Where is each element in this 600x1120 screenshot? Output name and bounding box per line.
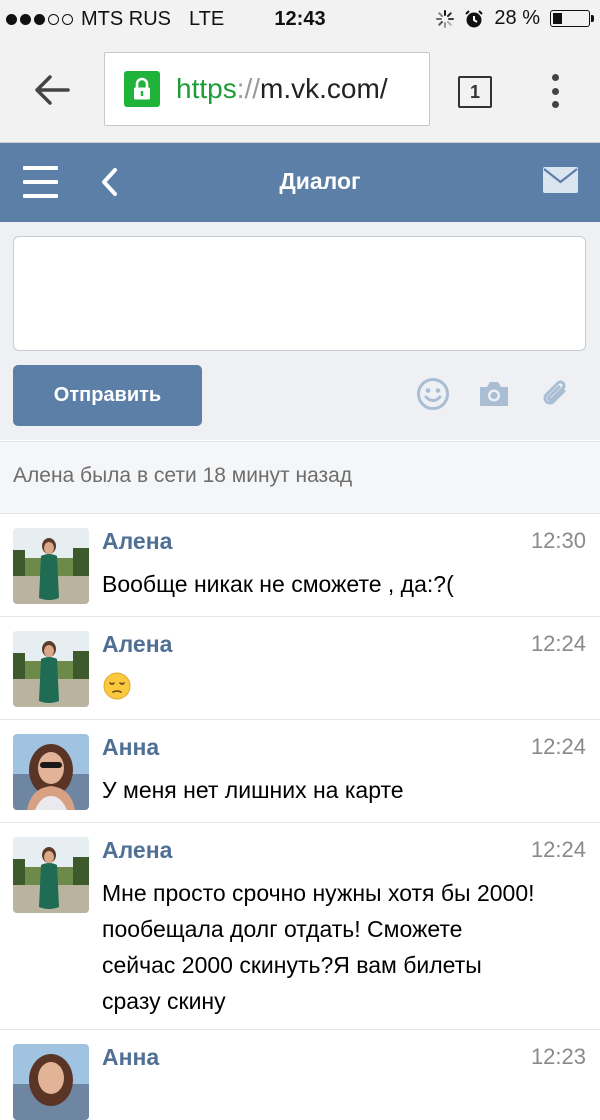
browser-back-icon[interactable]	[32, 74, 72, 106]
url-text: https://m.vk.com/	[176, 73, 388, 105]
status-bar: MTS RUS LTE 12:43 28 %	[0, 0, 600, 38]
attach-icon[interactable]	[539, 377, 573, 411]
avatar[interactable]	[13, 734, 89, 810]
browser-menu-icon[interactable]	[550, 74, 560, 108]
app-header: Диалог	[0, 143, 600, 222]
alarm-clock-icon	[465, 9, 484, 27]
lock-icon	[124, 71, 160, 107]
message-item[interactable]: Анна 12:23	[0, 1030, 600, 1120]
status-right: 28 %	[436, 7, 594, 30]
send-button[interactable]: Отправить	[13, 365, 202, 426]
camera-icon[interactable]	[477, 377, 511, 411]
message-text: Мне просто срочно нужны хотя бы 2000! по…	[102, 880, 535, 1014]
avatar[interactable]	[13, 1044, 89, 1120]
emoji-icon[interactable]	[416, 377, 450, 411]
message-item[interactable]: Алена 12:24 Мне просто срочно нужны хотя…	[0, 823, 600, 1030]
message-time: 12:23	[530, 1044, 586, 1069]
sender-name[interactable]: Алена	[102, 528, 172, 555]
address-bar[interactable]: https://m.vk.com/	[104, 52, 430, 126]
message-time: 12:24	[530, 631, 586, 656]
sender-name[interactable]: Алена	[102, 631, 172, 658]
activity-spinner-icon	[436, 9, 455, 28]
message-input[interactable]	[13, 236, 586, 351]
url-scheme: https	[176, 73, 237, 104]
page-title: Диалог	[279, 168, 361, 194]
last-seen-bar: Алена была в сети 18 минут назад	[0, 441, 600, 514]
mail-icon[interactable]	[543, 167, 578, 193]
sender-name[interactable]: Анна	[102, 1044, 159, 1071]
message-item[interactable]: Анна 12:24 У меня нет лишних на карте	[0, 720, 600, 823]
url-host: m.vk.com/	[260, 73, 388, 104]
browser-toolbar: https://m.vk.com/ 1	[0, 38, 600, 143]
message-text: У меня нет лишних на карте	[102, 777, 404, 803]
message-list: Алена 12:30 Вообще никак не сможете , да…	[0, 514, 600, 1120]
message-item[interactable]: Алена 12:24	[0, 617, 600, 720]
battery-icon	[550, 10, 594, 27]
avatar[interactable]	[13, 528, 89, 604]
message-time: 12:24	[530, 837, 586, 862]
pensive-face-emoji-icon	[103, 672, 131, 700]
message-time: 12:24	[530, 734, 586, 759]
avatar[interactable]	[13, 837, 89, 913]
last-seen-text: Алена была в сети 18 минут назад	[13, 464, 353, 487]
message-text: Вообще никак не сможете , да:?(	[102, 571, 454, 597]
avatar[interactable]	[13, 631, 89, 707]
sender-name[interactable]: Алена	[102, 837, 172, 864]
battery-percent: 28 %	[494, 7, 540, 29]
message-item[interactable]: Алена 12:30 Вообще никак не сможете , да…	[0, 514, 600, 617]
sender-name[interactable]: Анна	[102, 734, 159, 761]
url-separator: ://	[236, 73, 261, 104]
message-time: 12:30	[530, 528, 586, 553]
message-composer: Отправить	[0, 222, 600, 440]
tab-switcher-button[interactable]: 1	[458, 76, 492, 108]
